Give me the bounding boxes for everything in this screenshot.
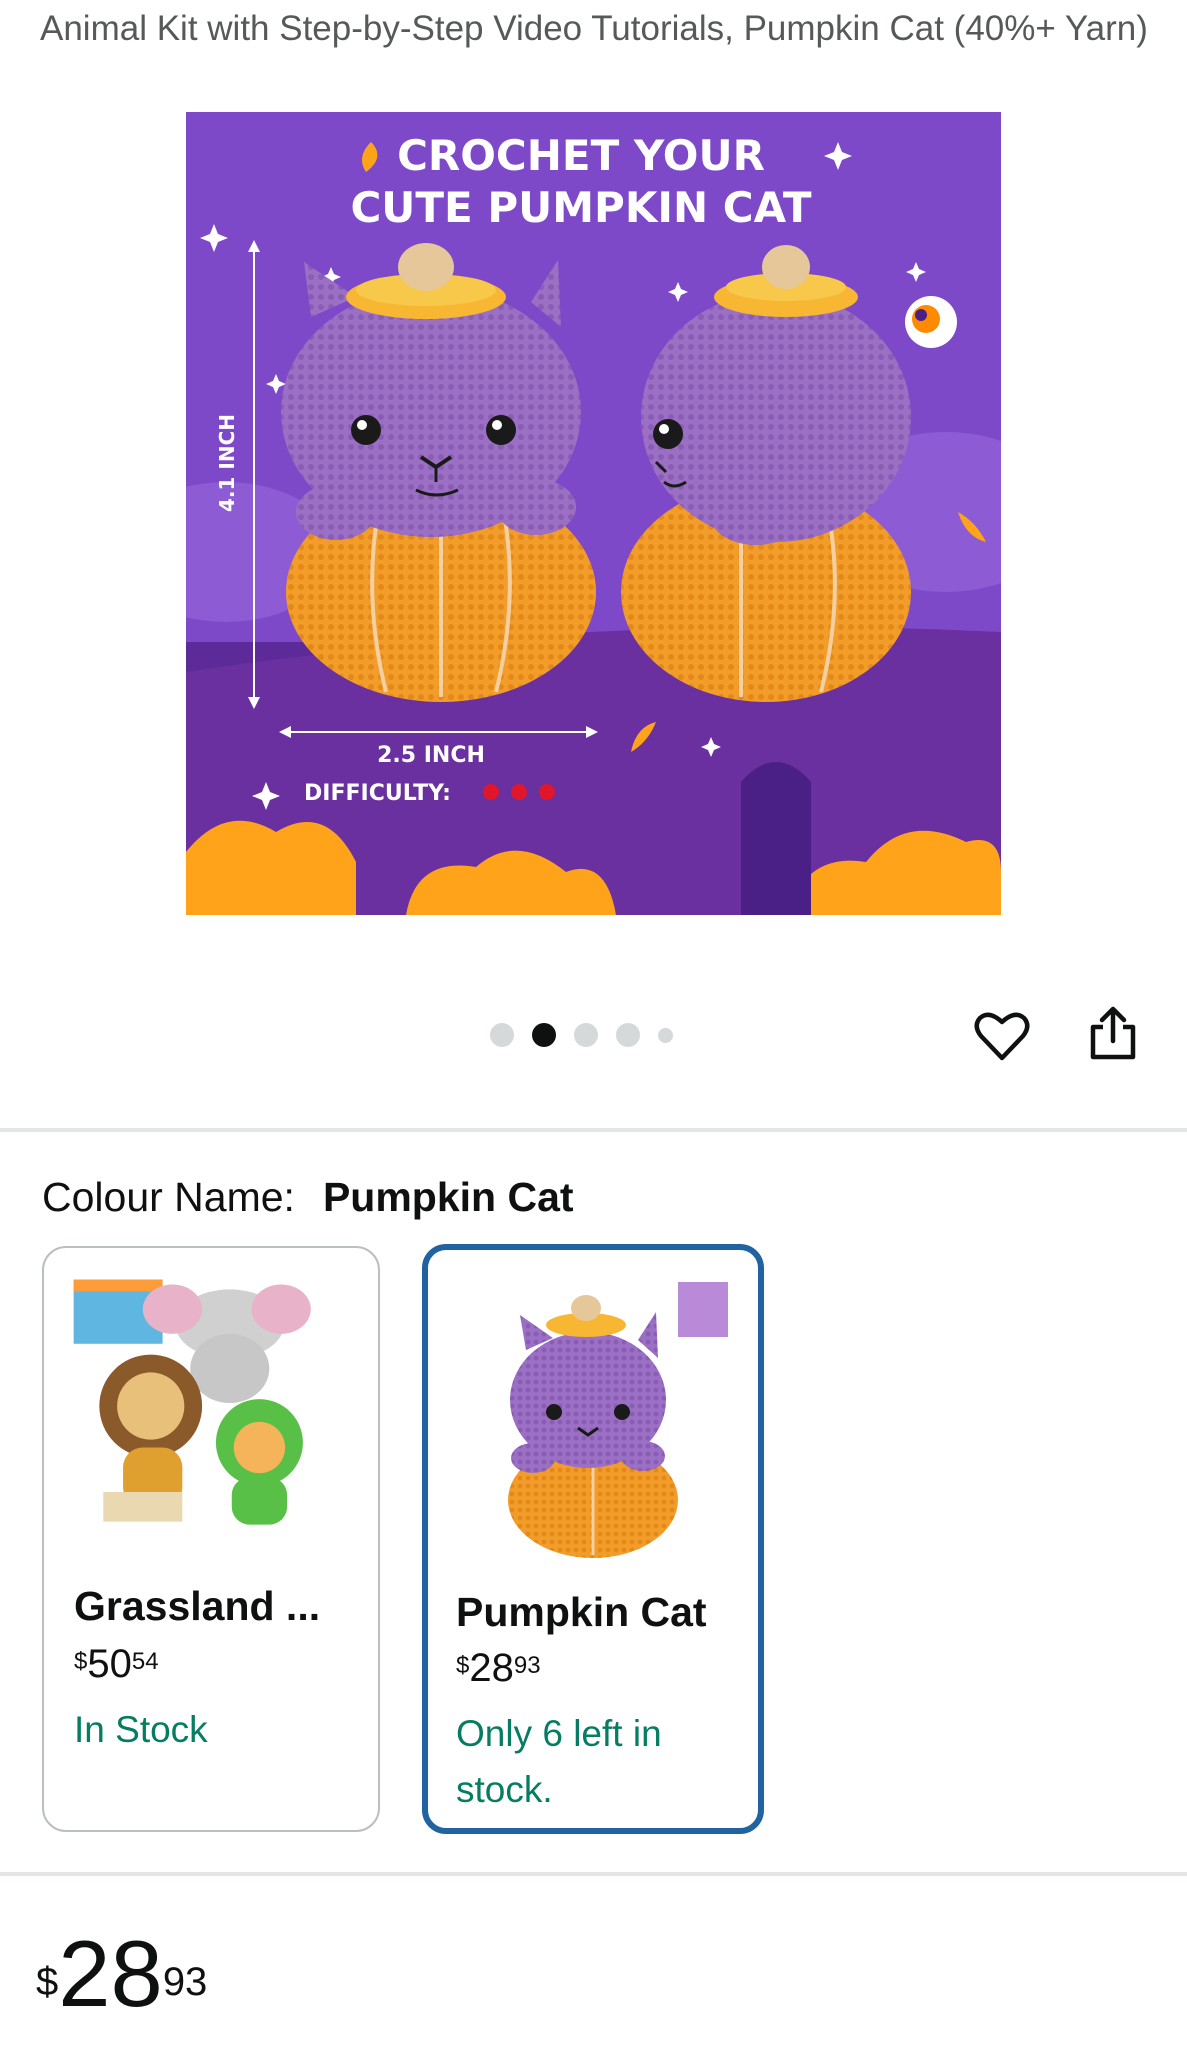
variation-name: Grassland ... [74, 1583, 321, 1629]
carousel-dot[interactable] [490, 1023, 514, 1047]
hero-headline-1: CROCHET YOUR [397, 131, 765, 180]
carousel-dot-active[interactable] [532, 1023, 556, 1047]
variation-stock: Only 6 left in stock. [456, 1713, 662, 1810]
variation-price: $5054 [74, 1642, 159, 1686]
share-button[interactable] [1083, 1003, 1143, 1063]
carousel-dot[interactable] [574, 1023, 598, 1047]
difficulty-dots [483, 784, 555, 800]
share-icon [1090, 1006, 1136, 1060]
product-price: $2893 [36, 1924, 207, 2024]
section-divider [0, 1128, 1187, 1132]
colour-selected-value: Pumpkin Cat [322, 1174, 574, 1220]
colour-selector-label: Colour Name: Pumpkin Cat [42, 1172, 574, 1222]
carousel-dot[interactable] [616, 1023, 640, 1047]
variation-price: $2893 [456, 1646, 541, 1690]
section-divider [0, 1872, 1187, 1876]
width-label: 2.5 INCH [377, 743, 485, 768]
height-label: 4.1 INCH [215, 414, 239, 512]
hero-headline-2: CUTE PUMPKIN CAT [350, 183, 811, 232]
wishlist-button[interactable] [972, 1006, 1032, 1066]
variation-option-pumpkin-cat[interactable]: Pumpkin Cat $2893 Only 6 left in stock. [422, 1244, 764, 1834]
price-currency: $ [36, 1960, 59, 2004]
colour-label: Colour Name: [42, 1174, 295, 1220]
variation-stock: In Stock [74, 1709, 208, 1750]
carousel-dot[interactable] [658, 1027, 673, 1043]
variation-name: Pumpkin Cat [456, 1589, 707, 1635]
price-fraction: 93 [162, 1960, 208, 2004]
product-image[interactable]: CROCHET YOUR CUTE PUMPKIN CAT 4.1 INCH 2… [186, 112, 1001, 915]
heart-outline-icon [974, 1012, 1030, 1061]
variation-thumbnail [73, 1279, 311, 1525]
variation-option-grassland[interactable]: Grassland ... $5054 In Stock [42, 1246, 380, 1832]
image-carousel-dots[interactable] [490, 1020, 673, 1050]
product-title: Animal Kit with Step-by-Step Video Tutor… [40, 9, 1148, 48]
variation-thumbnail [508, 1282, 728, 1558]
price-whole: 28 [58, 1921, 163, 2026]
difficulty-label: DIFFICULTY: [304, 781, 451, 806]
